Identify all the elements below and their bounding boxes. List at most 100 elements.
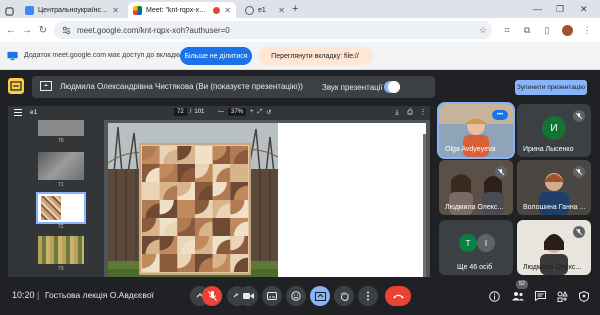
zoom-in-icon[interactable]: + [250, 109, 254, 115]
meeting-controls: 10:20 | Гостьова лекція О.Авдєєвої 52 [0, 280, 600, 315]
hamburger-menu-icon[interactable] [14, 109, 22, 116]
tab-meet[interactable]: Meet: "knt-rqpx-xoh" ✕ [128, 2, 236, 18]
forward-icon[interactable]: → [20, 23, 34, 37]
participant-tile[interactable]: Людмила Олекс... [439, 160, 513, 215]
others-tile[interactable]: Т І Ще 46 осіб [439, 220, 513, 275]
participant-tile-active[interactable]: Olga Avdyeyeva ••• [437, 102, 515, 159]
meet-favicon-icon [133, 5, 142, 15]
tab-university[interactable]: Центральноукраїнський держ ✕ [20, 2, 124, 18]
camera-toggle-button[interactable] [238, 286, 258, 306]
present-screen-icon [40, 81, 52, 91]
tab-list-button[interactable] [2, 3, 16, 19]
screen-share-icon [7, 51, 18, 61]
site-info-icon[interactable] [62, 26, 71, 35]
participant-tile[interactable]: Волошина Ганна ... [517, 160, 591, 215]
more-vert-icon [367, 291, 369, 301]
window-close-icon[interactable]: ✕ [580, 3, 588, 15]
thumbnail-page-72[interactable] [36, 192, 86, 224]
hand-icon [340, 292, 349, 301]
participant-name: Ирина Лысенко [523, 146, 574, 153]
print-icon[interactable]: ⎙ [405, 108, 415, 118]
address-bar[interactable]: meet.google.com/knt-rqpx-xoh?authuser=0 [54, 21, 492, 39]
pdf-page [108, 123, 426, 277]
zoom-controls: — 37% + ⤢ ↺ [218, 108, 271, 116]
quilt-photo [108, 123, 278, 277]
stop-sharing-button[interactable]: Більше не ділитися [180, 47, 252, 65]
mic-toggle-button[interactable] [202, 286, 222, 306]
close-icon[interactable]: ✕ [278, 6, 285, 15]
mic-off-icon [573, 226, 585, 238]
meeting-title: Гостьова лекція О.Авдєєвої [45, 290, 154, 300]
thumbnail-label: 71 [58, 182, 64, 188]
presentation-logo-icon [8, 78, 24, 94]
stop-presenting-button[interactable]: Зупинити презентацію [515, 80, 587, 95]
more-options-icon[interactable]: ⋮ [418, 108, 428, 118]
new-tab-button[interactable]: + [292, 3, 298, 15]
tab-sharing-infobar: Додаток meet.google.com має доступ до вк… [0, 42, 600, 70]
present-button[interactable] [310, 286, 330, 306]
minimize-icon[interactable]: — [533, 3, 542, 15]
chat-icon[interactable] [532, 288, 548, 304]
participant-tile[interactable]: Людмила Олекс... [517, 220, 591, 275]
side-panel-icon[interactable]: ▯ [540, 23, 554, 37]
page-separator: / [189, 109, 192, 115]
bookmark-star-icon[interactable]: ☆ [476, 23, 490, 37]
more-options-button[interactable] [358, 286, 378, 306]
pdf-file-name: e1 [30, 109, 38, 116]
mic-off-icon [573, 166, 585, 178]
university-favicon-icon [25, 5, 34, 15]
participant-name: Olga Avdyeyeva [445, 146, 496, 153]
page-indicator: 72 / 101 [174, 108, 204, 116]
speaking-indicator-icon: ••• [492, 110, 508, 120]
shared-pdf-viewer: e1 72 / 101 — 37% + ⤢ ↺ ⤓ ⎙ ⋮ 70 71 72 7… [8, 106, 430, 277]
thumbnail-page-70[interactable] [38, 120, 84, 136]
participant-name: Людмила Олекс... [445, 204, 504, 211]
browser-tab-strip: Центральноукраїнський держ ✕ Meet: "knt-… [0, 0, 600, 18]
people-icon[interactable] [510, 288, 526, 304]
thumbnail-page-73[interactable] [38, 236, 84, 264]
profile-avatar[interactable] [560, 23, 574, 37]
translate-icon[interactable]: ⌗ [500, 23, 514, 37]
zoom-level[interactable]: 37% [228, 108, 247, 116]
time-separator: | [37, 290, 40, 300]
fit-page-icon[interactable]: ⤢ [258, 109, 263, 116]
raise-hand-button[interactable] [334, 286, 354, 306]
vertical-scrollbar[interactable] [423, 134, 426, 277]
leave-call-button[interactable] [385, 286, 411, 306]
others-count: Ще 46 осіб [457, 264, 493, 271]
captions-button[interactable] [262, 286, 282, 306]
participant-tile[interactable]: И Ирина Лысенко [517, 104, 591, 157]
avatar: І [477, 234, 495, 252]
menu-kebab-icon[interactable]: ⋮ [580, 23, 594, 37]
participant-name: Людмила Олекс... [523, 264, 582, 271]
download-icon[interactable]: ⤓ [392, 108, 402, 118]
mic-off-icon [495, 166, 507, 178]
thumbnail-page-71[interactable] [38, 152, 84, 180]
maximize-icon[interactable]: ❐ [556, 3, 564, 15]
back-icon[interactable]: ← [4, 23, 18, 37]
tab-e1[interactable]: e1 ✕ [240, 2, 290, 18]
reactions-button[interactable] [286, 286, 306, 306]
view-tab-button[interactable]: Переглянути вкладку: file:// [258, 47, 372, 65]
presenter-name: Людмила Олександрівна Чистякова (Ви (пок… [60, 82, 303, 91]
mic-off-icon [573, 110, 585, 122]
activities-icon[interactable] [554, 288, 570, 304]
host-controls-icon[interactable] [576, 288, 592, 304]
zoom-out-icon[interactable]: — [218, 109, 224, 115]
extensions-icon[interactable]: ⧉ [520, 23, 534, 37]
avatar: И [542, 116, 566, 140]
close-icon[interactable]: ✕ [224, 6, 231, 15]
close-icon[interactable]: ✕ [112, 6, 119, 15]
meeting-time: 10:20 [12, 290, 35, 300]
thumbnail-label: 72 [58, 224, 64, 230]
meeting-info-icon[interactable] [486, 288, 502, 304]
participant-name: Волошина Ганна ... [523, 204, 586, 211]
current-page-input[interactable]: 72 [174, 108, 187, 116]
tab-title: e1 [258, 6, 266, 14]
reload-icon[interactable]: ↻ [36, 23, 50, 37]
rotate-icon[interactable]: ↺ [266, 109, 271, 116]
presentation-audio-toggle[interactable] [384, 81, 400, 93]
presenter-status-bar: Людмила Олександрівна Чистякова (Ви (пок… [32, 76, 435, 98]
tab-title: Meet: "knt-rqpx-xoh" [146, 6, 210, 14]
present-screen-icon [314, 291, 326, 301]
